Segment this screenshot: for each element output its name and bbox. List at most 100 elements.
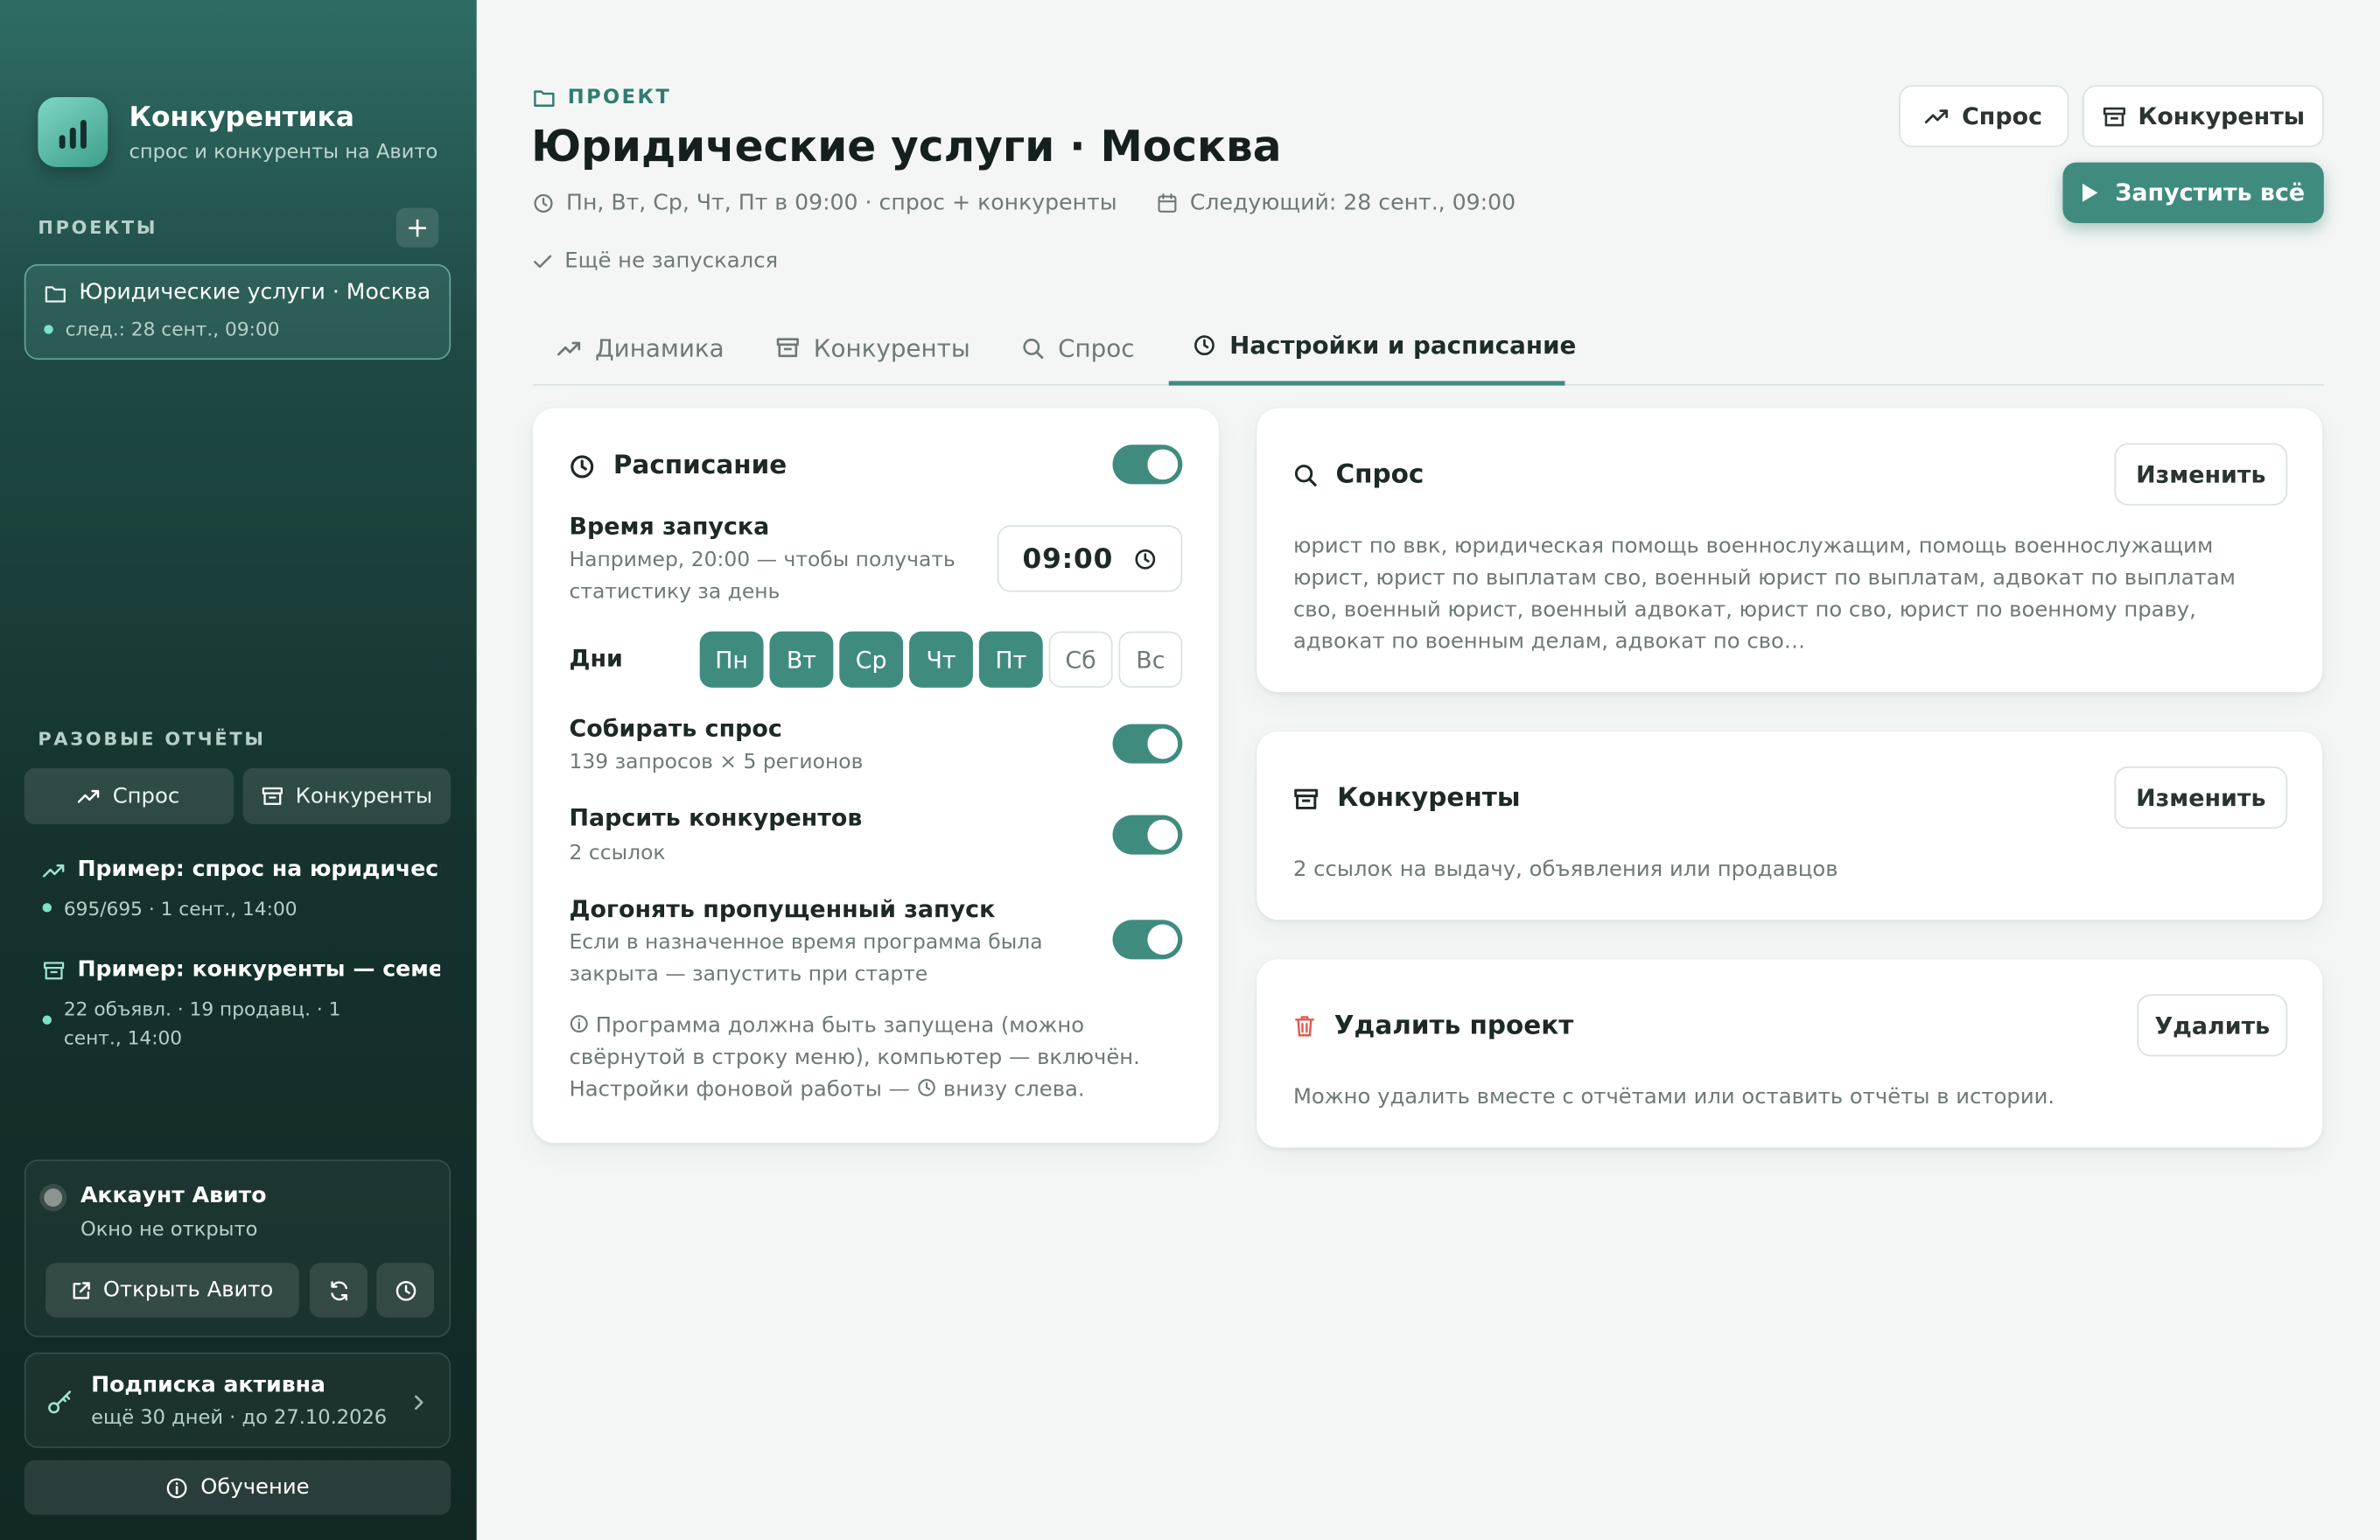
store-icon bbox=[262, 787, 283, 805]
report-demand-label: Спрос bbox=[112, 783, 180, 808]
tab-competitors[interactable]: Конкуренты bbox=[752, 310, 995, 386]
trash-icon bbox=[1294, 1016, 1314, 1037]
report-title: Пример: спрос на юридические bbox=[77, 858, 440, 882]
day-toggle-sun[interactable]: Вс bbox=[1118, 631, 1183, 688]
clock-icon bbox=[395, 1280, 416, 1300]
parse-competitors-toggle[interactable] bbox=[1112, 815, 1183, 855]
collect-demand-toggle[interactable] bbox=[1112, 724, 1183, 764]
run-all-button[interactable]: Запустить всё bbox=[2062, 162, 2324, 224]
store-icon bbox=[776, 338, 799, 358]
report-competitors-button[interactable]: Конкуренты bbox=[242, 767, 452, 824]
delete-project-card: Удалить проект Удалить Можно удалить вме… bbox=[1256, 959, 2323, 1148]
run-status: Ещё не запускался bbox=[533, 248, 778, 273]
one-time-report-buttons: Спрос Конкуренты bbox=[24, 767, 452, 824]
trend-icon bbox=[1925, 109, 1949, 124]
tab-label: Спрос bbox=[1058, 332, 1135, 362]
tab-label: Конкуренты bbox=[813, 332, 970, 362]
folder-icon bbox=[534, 90, 555, 107]
day-toggle-tue[interactable]: Вт bbox=[769, 631, 834, 688]
catchup-toggle[interactable] bbox=[1112, 920, 1183, 960]
background-schedule-button[interactable] bbox=[376, 1263, 435, 1318]
store-icon bbox=[43, 961, 65, 979]
note-text-end: внизу слева. bbox=[942, 1077, 1085, 1102]
edit-competitors-button[interactable]: Изменить bbox=[2114, 766, 2288, 830]
competitors-button-label: Конкуренты bbox=[2138, 102, 2306, 130]
report-demand-button[interactable]: Спрос bbox=[24, 767, 234, 824]
trend-icon bbox=[78, 789, 100, 803]
trend-icon bbox=[42, 864, 65, 877]
account-title: Аккаунт Авито bbox=[80, 1184, 267, 1208]
parse-competitors-sub: 2 ссылок bbox=[569, 841, 666, 865]
demand-card-title: Спрос bbox=[1335, 459, 1424, 491]
competitors-card-title: Конкуренты bbox=[1337, 783, 1521, 814]
store-icon bbox=[1294, 788, 1319, 809]
day-toggle-sat[interactable]: Сб bbox=[1048, 631, 1113, 688]
search-icon bbox=[1023, 338, 1044, 359]
refresh-icon bbox=[330, 1280, 347, 1300]
start-time-input[interactable]: 09:00 bbox=[997, 525, 1183, 592]
report-meta: 22 объявл. · 19 продавц. · 1 сент., 14:0… bbox=[63, 997, 341, 1049]
sidebar-item-project[interactable]: Юридические услуги · Москва след.: 28 се… bbox=[24, 263, 452, 360]
delete-project-button[interactable]: Удалить bbox=[2137, 994, 2288, 1057]
demand-button[interactable]: Спрос bbox=[1899, 85, 2069, 148]
schedule-card: Расписание Время запуска Например, 20:00… bbox=[532, 408, 1219, 1144]
play-icon bbox=[2082, 183, 2099, 202]
open-avito-label: Открыть Авито bbox=[102, 1278, 274, 1303]
run-all-label: Запустить всё bbox=[2115, 178, 2306, 206]
report-item[interactable]: Пример: спрос на юридические 695/695 · 1… bbox=[42, 858, 440, 923]
key-icon bbox=[48, 1390, 72, 1414]
report-competitors-label: Конкуренты bbox=[295, 783, 433, 808]
external-link-icon bbox=[73, 1281, 90, 1298]
edit-demand-button[interactable]: Изменить bbox=[2114, 443, 2288, 506]
schedule-toggle[interactable] bbox=[1112, 444, 1183, 485]
parse-competitors-label: Парсить конкурентов bbox=[569, 804, 863, 832]
clock-icon bbox=[918, 1079, 935, 1096]
app-title: Конкурентика bbox=[129, 101, 354, 133]
store-icon bbox=[2103, 106, 2125, 126]
tutorial-button[interactable]: Обучение bbox=[24, 1460, 452, 1516]
report-item[interactable]: Пример: конкуренты — семейн 22 объявл. ·… bbox=[42, 958, 440, 1053]
subscription-title: Подписка активна bbox=[91, 1373, 326, 1398]
competitors-button[interactable]: Конкуренты bbox=[2082, 85, 2324, 148]
start-time-value: 09:00 bbox=[1022, 542, 1114, 575]
clock-icon bbox=[570, 454, 594, 478]
status-dot bbox=[42, 903, 52, 913]
refresh-button[interactable] bbox=[309, 1263, 368, 1318]
demand-card: Спрос Изменить юрист по ввк, юридическая… bbox=[1256, 408, 2323, 693]
tab-bar: Динамика Конкуренты Спрос Настройки и ра… bbox=[532, 310, 2324, 386]
schedule-title: Расписание bbox=[612, 451, 788, 481]
schedule-summary: Пн, Вт, Ср, Чт, Пт в 09:00 · спрос + кон… bbox=[566, 191, 1117, 216]
page-title: Юридические услуги · Москва bbox=[531, 121, 1282, 172]
delete-card-description: Можно удалить вместе с отчётами или оста… bbox=[1292, 1085, 2055, 1110]
start-time-hint: Например, 20:00 — чтобы получать статист… bbox=[569, 548, 956, 605]
demand-button-label: Спрос bbox=[1962, 102, 2043, 130]
add-project-button[interactable]: + bbox=[396, 207, 439, 248]
open-avito-button[interactable]: Открыть Авито bbox=[46, 1263, 299, 1318]
start-time-label: Время запуска bbox=[569, 513, 770, 541]
days-label: Дни bbox=[569, 645, 623, 673]
chevron-right-icon bbox=[415, 1395, 424, 1410]
breadcrumb: ПРОЕКТ bbox=[533, 87, 671, 109]
tab-demand[interactable]: Спрос bbox=[998, 310, 1159, 386]
clock-icon bbox=[1194, 335, 1214, 356]
projects-section-title: ПРОЕКТЫ bbox=[38, 217, 158, 239]
account-status: Окно не открыто bbox=[80, 1218, 258, 1242]
status-dot bbox=[42, 1015, 52, 1025]
tab-dynamics[interactable]: Динамика bbox=[533, 310, 749, 386]
app-logo-icon bbox=[38, 97, 108, 167]
tab-label: Динамика bbox=[595, 332, 724, 362]
competitors-summary: 2 ссылок на выдачу, объявления или прода… bbox=[1292, 858, 1838, 882]
days-selector: Пн Вт Ср Чт Пт Сб Вс bbox=[699, 631, 1183, 688]
info-icon bbox=[166, 1477, 187, 1498]
main-content: ПРОЕКТ Юридические услуги · Москва Пн, В… bbox=[477, 0, 2380, 1540]
status-dot bbox=[44, 324, 53, 333]
day-toggle-mon[interactable]: Пн bbox=[699, 631, 764, 688]
tab-settings[interactable]: Настройки и расписание bbox=[1168, 310, 1576, 386]
demand-queries-text: юрист по ввк, юридическая помощь военнос… bbox=[1292, 534, 2236, 654]
collect-demand-label: Собирать спрос bbox=[569, 715, 782, 743]
tab-label: Настройки и расписание bbox=[1229, 331, 1577, 360]
day-toggle-thu[interactable]: Чт bbox=[909, 631, 973, 688]
day-toggle-wed[interactable]: Ср bbox=[839, 631, 904, 688]
subscription-card[interactable]: Подписка активна ещё 30 дней · до 27.10.… bbox=[24, 1352, 452, 1448]
day-toggle-fri[interactable]: Пт bbox=[978, 631, 1043, 688]
